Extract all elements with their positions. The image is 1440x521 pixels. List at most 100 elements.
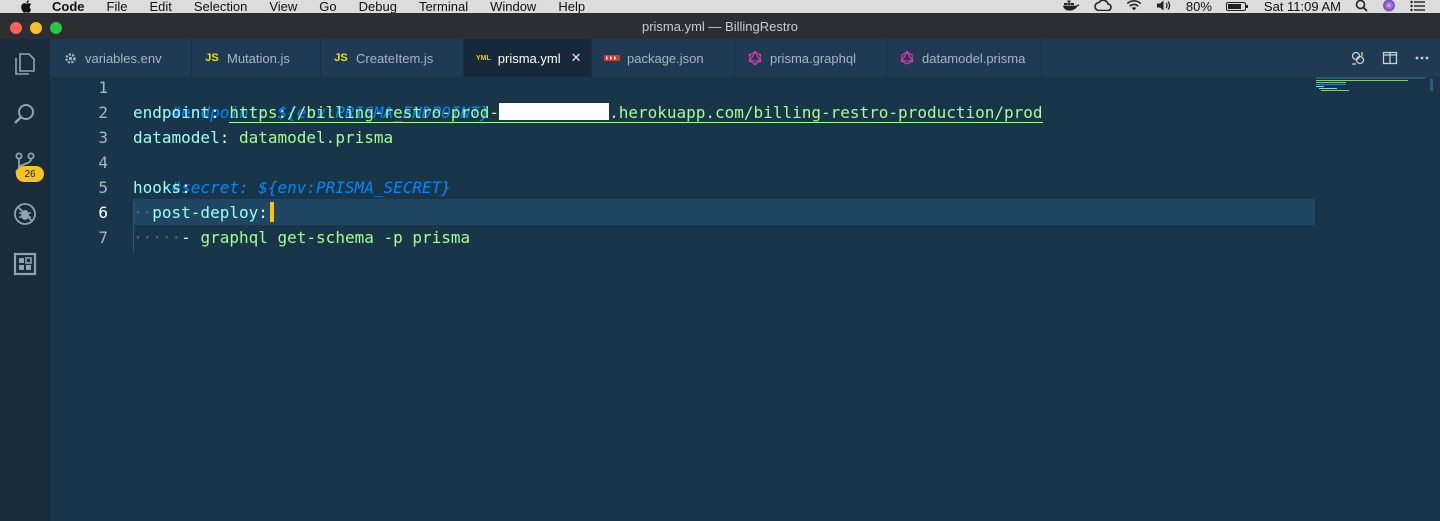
yaml-comment: #secret: ${env:PRISMA_SECRET} — [171, 178, 451, 197]
endpoint-url[interactable]: https://billing-restro-prod- .herokuapp.c… — [229, 103, 1043, 123]
battery-percent: 80% — [1185, 0, 1212, 13]
line-number: 2 — [98, 103, 108, 122]
extensions-icon[interactable] — [0, 239, 50, 289]
minimap-line — [1321, 90, 1349, 91]
graphql-icon — [747, 51, 763, 65]
tab-label: prisma.yml — [497, 50, 561, 66]
tab-variables-env[interactable]: variables.env — [50, 39, 192, 77]
menu-view[interactable]: View — [269, 0, 297, 13]
minimap-line — [1316, 82, 1346, 83]
explorer-icon[interactable] — [0, 39, 50, 89]
prisma-icon — [899, 51, 915, 65]
minimap-line — [1316, 86, 1324, 87]
battery-icon[interactable] — [1225, 2, 1248, 11]
split-editor-icon[interactable] — [1382, 50, 1398, 66]
yaml-colon: : — [258, 203, 268, 222]
menu-go[interactable]: Go — [319, 0, 336, 13]
debug-icon[interactable] — [0, 189, 50, 239]
window-title: prisma.yml — BillingRestro — [641, 18, 799, 34]
menu-edit[interactable]: Edit — [149, 0, 171, 13]
code-line-1[interactable]: #endpoint: ${env:PRISMA_ENDPOINT} — [133, 75, 490, 122]
gear-icon — [62, 51, 78, 65]
whitespace-marker: ·· — [133, 203, 153, 222]
code-line-2[interactable]: endpoint: https://billing-restro-prod- .h… — [133, 100, 1043, 125]
text-cursor — [269, 202, 274, 222]
creative-cloud-icon[interactable] — [1094, 0, 1112, 13]
window-titlebar[interactable]: prisma.yml — BillingRestro — [0, 13, 1440, 39]
window-minimize-button[interactable] — [30, 22, 42, 34]
code-line-4[interactable]: #secret: ${env:PRISMA_SECRET} — [133, 150, 451, 197]
yaml-colon: : — [181, 178, 191, 197]
yml-icon: YML — [476, 54, 491, 62]
vertical-scrollbar[interactable] — [1425, 77, 1440, 521]
close-icon[interactable]: ✕ — [571, 50, 582, 66]
status-menus: 80% Sat 11:09 AM — [1048, 0, 1440, 13]
npm-icon — [604, 51, 620, 65]
menu-file[interactable]: File — [107, 0, 128, 13]
tab-label: datamodel.prisma — [922, 50, 1026, 66]
siri-icon[interactable] — [1382, 0, 1396, 13]
code-line-7[interactable]: ·····- graphql get-schema -p prisma — [133, 225, 470, 250]
tab-package-json[interactable]: package.json — [592, 39, 735, 77]
open-changes-icon[interactable] — [1350, 50, 1366, 66]
activity-bar: 26 — [0, 39, 50, 521]
scm-changes-badge: 26 — [16, 166, 44, 182]
menu-window[interactable]: Window — [490, 0, 536, 13]
code-editor[interactable]: 1 2 3 4 5 6 7 #endpoint: ${env:PRISMA_EN… — [50, 77, 1440, 521]
menu-help[interactable]: Help — [558, 0, 585, 13]
tab-label: variables.env — [85, 50, 162, 66]
tab-prisma-yml[interactable]: YML prisma.yml ✕ — [464, 39, 592, 77]
tab-createitem-js[interactable]: JS CreateItem.js — [321, 39, 464, 77]
menu-code[interactable]: Code — [52, 0, 85, 13]
editor-tabs: variables.env JS Mutation.js JS CreateIt… — [50, 39, 1440, 77]
macos-menubar: Code File Edit Selection View Go Debug T… — [0, 0, 1440, 13]
notification-center-icon[interactable] — [1410, 0, 1426, 13]
editor-actions — [1334, 39, 1440, 77]
menu-terminal[interactable]: Terminal — [419, 0, 468, 13]
menu-debug[interactable]: Debug — [359, 0, 397, 13]
window-controls — [10, 22, 70, 34]
url-start: https://billing-restro-prod- — [229, 103, 500, 122]
tab-datamodel-prisma[interactable]: datamodel.prisma — [887, 39, 1042, 77]
more-actions-icon[interactable] — [1414, 50, 1430, 66]
window-close-button[interactable] — [10, 22, 22, 34]
line-number: 3 — [98, 128, 108, 147]
yaml-colon: : — [219, 128, 230, 147]
tab-label: prisma.graphql — [770, 50, 856, 66]
line-number: 4 — [98, 153, 108, 172]
battery-level — [1227, 4, 1241, 9]
code-line-3[interactable]: datamodel: datamodel.prisma — [133, 125, 393, 150]
yaml-dash: - — [181, 228, 191, 247]
line-number-gutter: 1 2 3 4 5 6 7 — [50, 77, 108, 521]
window-maximize-button[interactable] — [50, 22, 62, 34]
code-line-6[interactable]: ··post-deploy: — [133, 200, 274, 225]
minimap-line — [1316, 84, 1346, 85]
line-number: 7 — [98, 228, 108, 247]
line-number: 5 — [98, 178, 108, 197]
js-icon: JS — [205, 52, 219, 64]
minimap[interactable] — [1315, 77, 1425, 521]
spotlight-search-icon[interactable] — [1355, 0, 1368, 13]
scrollbar-thumb[interactable] — [1430, 79, 1433, 91]
menu-selection[interactable]: Selection — [194, 0, 247, 13]
clock[interactable]: Sat 11:09 AM — [1264, 0, 1341, 13]
minimap-line — [1319, 88, 1337, 89]
current-line-highlight — [133, 199, 1316, 225]
source-control-icon[interactable]: 26 — [0, 139, 50, 189]
tab-label: package.json — [627, 50, 704, 66]
wifi-icon[interactable] — [1126, 0, 1142, 13]
yaml-key: hooks — [133, 178, 182, 197]
tab-mutation-js[interactable]: JS Mutation.js — [192, 39, 321, 77]
url-end: .herokuapp.com/billing-restro-production… — [609, 103, 1043, 122]
volume-icon[interactable] — [1156, 0, 1172, 13]
code-line-5[interactable]: hooks: — [133, 175, 191, 200]
apple-icon[interactable] — [20, 0, 32, 13]
yaml-key: endpoint — [133, 103, 211, 122]
line-number-active: 6 — [98, 203, 108, 222]
whitespace-marker: ····· — [133, 228, 182, 247]
search-icon[interactable] — [0, 89, 50, 139]
docker-icon[interactable] — [1062, 0, 1080, 13]
redacted-block — [499, 103, 610, 120]
minimap-line — [1316, 80, 1408, 81]
tab-prisma-graphql[interactable]: prisma.graphql — [735, 39, 887, 77]
